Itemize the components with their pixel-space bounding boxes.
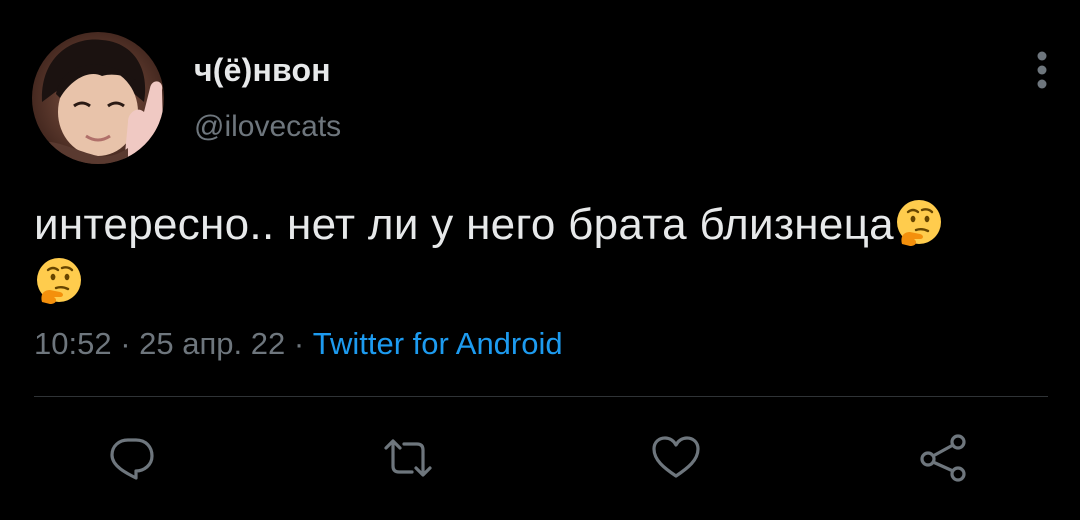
more-vertical-icon [1037,51,1047,89]
thinking-face-emoji [37,258,81,304]
username-handle[interactable]: @ilovecats [194,110,341,144]
tweet-detail: ч(ё)нвон @ilovecats интересно.. нет ли у… [0,0,1080,520]
display-name[interactable]: ч(ё)нвон [194,52,331,89]
meta-separator: · [285,326,313,361]
retweet-button[interactable] [382,432,434,484]
share-button[interactable] [918,432,970,484]
like-button[interactable] [650,432,702,484]
tweet-text-body: интересно.. нет ли у него брата близнеца [34,200,894,249]
divider [34,396,1048,397]
reply-button[interactable] [106,432,158,484]
reply-icon [110,438,154,480]
heart-icon [652,436,700,478]
tweet-time: 10:52 [34,326,112,361]
share-icon [920,434,966,482]
meta-separator: · [111,326,140,361]
tweet-meta: 10:52 · 25 апр. 22 · Twitter for Android [34,326,563,362]
more-button[interactable] [1026,48,1058,92]
tweet-text: интересно.. нет ли у него брата близнеца [34,196,1034,312]
tweet-date: 25 апр. 22 [139,326,286,361]
tweet-source-link[interactable]: Twitter for Android [313,326,563,361]
avatar-photo [32,32,164,164]
avatar[interactable] [32,32,164,164]
thinking-face-emoji [896,200,941,246]
retweet-icon [384,439,432,477]
